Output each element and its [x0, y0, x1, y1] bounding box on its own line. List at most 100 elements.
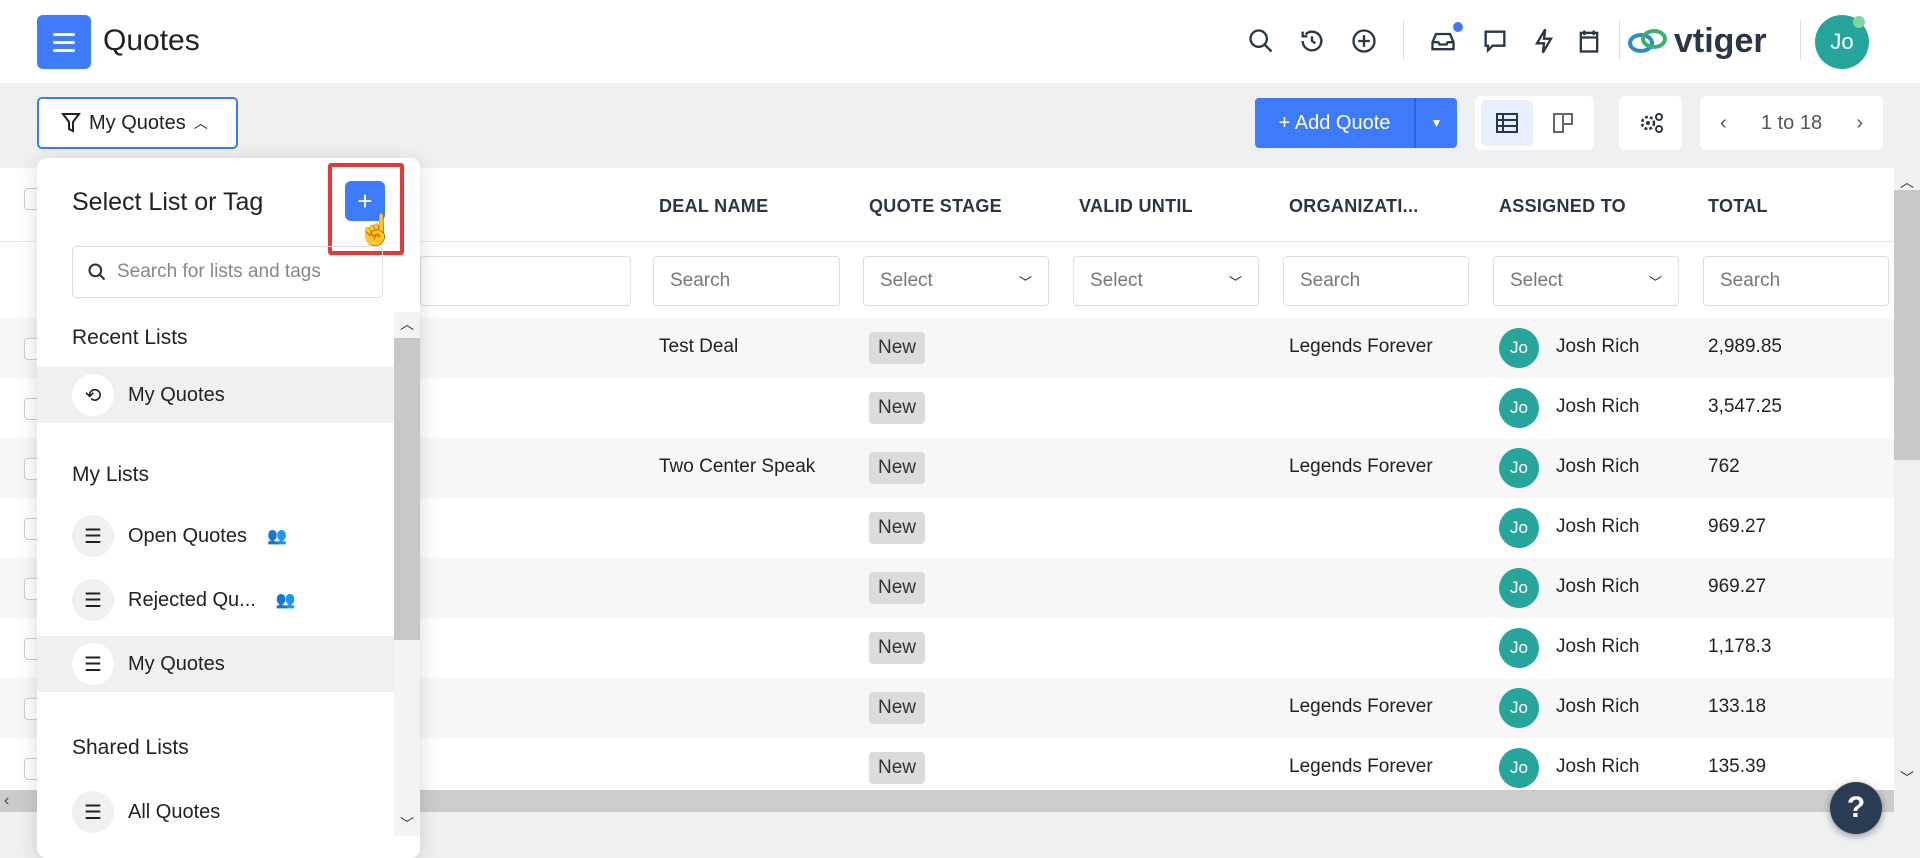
list-label: My Quotes [128, 652, 225, 675]
assigned-to-cell: Josh Rich [1556, 336, 1640, 357]
add-circle-icon[interactable] [1349, 26, 1379, 56]
stage-badge: New [869, 692, 926, 724]
assigned-to-cell: Josh Rich [1556, 756, 1640, 777]
search-icon[interactable] [1246, 26, 1276, 56]
next-page-icon[interactable]: › [1856, 112, 1863, 135]
my-list-item[interactable]: ☰ Open Quotes 👥 [37, 508, 394, 564]
help-button[interactable]: ? [1830, 782, 1882, 834]
add-quote-button[interactable]: + Add Quote [1255, 98, 1416, 148]
assigned-to-cell: Josh Rich [1556, 696, 1640, 717]
column-header[interactable]: QUOTE STAGE [869, 196, 1002, 217]
organization-cell[interactable]: Legends Forever [1289, 336, 1433, 358]
total-cell: 3,547.25 [1708, 396, 1782, 417]
column-filter-select[interactable]: Select ﹀ [1073, 256, 1259, 306]
scroll-left-icon[interactable]: ‹ [4, 792, 9, 810]
scroll-down-icon[interactable]: ﹀ [1900, 768, 1914, 788]
stage-badge: New [869, 632, 926, 664]
column-filter-input[interactable]: Search [1283, 256, 1469, 306]
recent-list-item[interactable]: ⟲ My Quotes [37, 367, 394, 423]
prev-page-icon[interactable]: ‹ [1720, 112, 1727, 135]
list-filter-button[interactable]: My Quotes ︿ [37, 97, 238, 149]
column-header[interactable]: DEAL NAME [659, 196, 768, 217]
organization-cell[interactable]: Legends Forever [1289, 696, 1433, 718]
list-icon: ☰ [72, 791, 114, 833]
notification-dot [1453, 22, 1463, 32]
settings-gears-icon[interactable] [1619, 96, 1682, 150]
list-icon: ☰ [72, 643, 114, 685]
deal-name-cell[interactable]: Test Deal [659, 336, 738, 358]
history-icon[interactable] [1297, 26, 1327, 56]
list-selector-popup: Select List or Tag + ☝ Search for lists … [37, 158, 420, 858]
bolt-icon[interactable] [1529, 26, 1559, 56]
filter-placeholder: Search [1720, 270, 1781, 291]
organization-cell[interactable]: Legends Forever [1289, 456, 1433, 478]
deal-name-cell[interactable]: Two Center Speak [659, 456, 815, 478]
chevron-down-icon: ﹀ [1648, 274, 1662, 290]
chevron-down-icon: ﹀ [1228, 274, 1242, 290]
list-label: My Quotes [128, 383, 225, 406]
shared-list-item[interactable]: ☰ All Quotes [37, 784, 394, 840]
menu-button[interactable] [37, 15, 91, 69]
filter-icon [61, 113, 81, 133]
filter-placeholder: Search [1300, 270, 1361, 291]
search-placeholder: Search for lists and tags [117, 261, 321, 282]
organization-cell[interactable]: Legends Forever [1289, 756, 1433, 778]
add-quote-dropdown[interactable]: ▼ [1416, 98, 1457, 148]
total-cell: 2,989.85 [1708, 336, 1782, 357]
total-cell: 969.27 [1708, 516, 1767, 537]
list-search-input[interactable]: Search for lists and tags [72, 246, 383, 298]
chat-icon[interactable] [1480, 26, 1510, 56]
logo-text: vtiger [1674, 21, 1767, 60]
assignee-avatar: Jo [1499, 688, 1539, 728]
list-icon: ☰ [72, 515, 114, 557]
total-cell: 969.27 [1708, 576, 1767, 597]
column-filter-input[interactable]: Search [653, 256, 840, 306]
scroll-up-icon[interactable]: ︿ [400, 314, 414, 334]
total-cell: 135.39 [1708, 756, 1767, 777]
list-view-icon[interactable] [1480, 100, 1533, 146]
divider [1403, 20, 1404, 60]
calendar-icon[interactable] [1574, 26, 1604, 56]
kanban-view-icon[interactable] [1537, 100, 1589, 146]
shared-lists-heading: Shared Lists [72, 736, 189, 759]
stage-badge: New [869, 572, 926, 604]
filter-placeholder: Select [1090, 270, 1143, 291]
column-header[interactable]: ASSIGNED TO [1499, 196, 1626, 217]
assignee-avatar: Jo [1499, 508, 1539, 548]
stage-badge: New [869, 452, 926, 484]
scroll-up-icon[interactable]: ︿ [1900, 172, 1914, 192]
my-list-item[interactable]: ☰ My Quotes [37, 636, 394, 692]
chevron-down-icon: ﹀ [1018, 274, 1032, 290]
my-list-item[interactable]: ☰ Rejected Qu... 👥 [37, 572, 394, 628]
column-filter-select[interactable]: Select ﹀ [863, 256, 1049, 306]
divider [1800, 20, 1801, 60]
view-toggle [1475, 96, 1594, 150]
total-cell: 1,178.3 [1708, 636, 1772, 657]
assigned-to-cell: Josh Rich [1556, 516, 1640, 537]
shared-users-icon: 👥 [275, 592, 296, 609]
popup-scroll-thumb[interactable] [394, 338, 420, 640]
vtiger-logo[interactable]: vtiger [1626, 20, 1767, 62]
column-filter-select[interactable]: Select ﹀ [1493, 256, 1679, 306]
hand-cursor-icon: ☝ [357, 214, 395, 247]
page-title: Quotes [103, 24, 200, 57]
column-filter-input[interactable]: Search [1703, 256, 1889, 306]
online-status-dot [1853, 16, 1865, 28]
assignee-avatar: Jo [1499, 628, 1539, 668]
subject-filter-input[interactable] [420, 256, 631, 306]
column-header[interactable]: ORGANIZATI... [1289, 196, 1419, 217]
assignee-avatar: Jo [1499, 388, 1539, 428]
assignee-avatar: Jo [1499, 328, 1539, 368]
total-cell: 133.18 [1708, 696, 1767, 717]
stage-badge: New [869, 332, 926, 364]
list-label: All Quotes [128, 800, 221, 823]
column-header[interactable]: TOTAL [1708, 196, 1768, 217]
assignee-avatar: Jo [1499, 748, 1539, 788]
scroll-down-icon[interactable]: ﹀ [400, 814, 414, 834]
divider [1619, 20, 1620, 60]
recent-lists-heading: Recent Lists [72, 326, 188, 349]
search-icon [88, 263, 106, 281]
column-header[interactable]: VALID UNTIL [1079, 196, 1193, 217]
vertical-scroll-thumb[interactable] [1894, 190, 1920, 460]
filter-label: My Quotes [89, 111, 186, 134]
